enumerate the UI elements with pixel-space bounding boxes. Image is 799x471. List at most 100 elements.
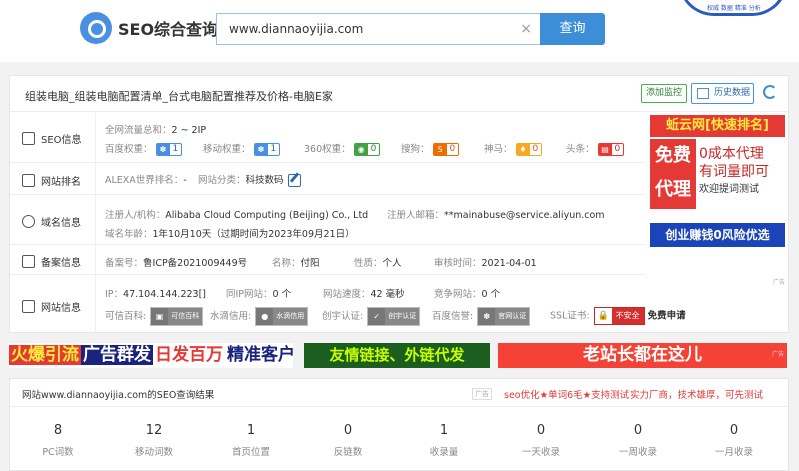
cert-shuidi[interactable]: 水滴信用: ● 水滴信用	[210, 307, 309, 326]
stat-pc-words[interactable]: 8 PC词数	[18, 423, 98, 458]
ip-value: 47.104.144.223[]	[123, 289, 206, 300]
category-label: 网站分类：	[198, 175, 246, 186]
mobile-weight[interactable]: 移动权重： ✽ 1	[203, 141, 281, 156]
sameip-value: 0 个	[272, 289, 292, 300]
sameip-label: 同IP网站：	[226, 289, 273, 300]
icp-number-label: 备案号：	[105, 258, 144, 269]
ssl-cert[interactable]: SSL证书: 🔒 不安全 免费申请	[550, 307, 686, 325]
stat-day-indexed[interactable]: 0 一天收录	[501, 423, 581, 458]
banner-3-tag: 广告	[771, 351, 784, 358]
stat-value: 1	[246, 423, 256, 438]
mobile-weight-label: 移动权重：	[203, 144, 251, 155]
weight-360-label: 360权重：	[304, 144, 351, 155]
banner-ad-3[interactable]: 老站长都在这儿 广告	[498, 343, 787, 368]
competitor-sites[interactable]: 竞争网站：0 个	[434, 286, 500, 300]
search-input[interactable]: www.diannaoyijia.com ×	[216, 13, 540, 45]
ad-line-1: 0成本代理	[699, 146, 764, 162]
globe-icon	[22, 215, 35, 228]
ad-tag: 广告	[772, 279, 785, 286]
history-icon	[697, 88, 709, 99]
ad-line-2: 有词量即可	[699, 164, 769, 180]
alexa-value: -	[183, 175, 187, 186]
cert-kexin[interactable]: 可信百科: ▣ 可信百科	[105, 307, 204, 326]
icp-date-value: 2021-04-01	[481, 258, 537, 269]
stat-value: 0	[343, 423, 353, 438]
registrant: 注册人/机构：Alibaba Cloud Computing (Beijing)…	[105, 207, 368, 221]
icp-name-label: 名称：	[272, 258, 301, 269]
water-drop-icon: ●	[256, 308, 274, 325]
ad-free-agent: 免费代理	[650, 139, 696, 209]
shield-icon: ✓	[368, 308, 386, 325]
seo-label: SEO信息	[22, 131, 82, 146]
side-ad[interactable]: 蚯云网[快速排名] 免费代理 0成本代理 有词量即可 欢迎提词测试 创业赚钱0风…	[647, 113, 787, 286]
cert-chuangyu-label: 创宇认证:	[322, 311, 364, 322]
rank-label: 网站排名	[22, 173, 81, 188]
cert-chuangyu[interactable]: 创宇认证: ✓ 创宇认证	[322, 307, 421, 326]
shenma-weight[interactable]: 神马： ♦ 0	[484, 141, 543, 156]
ssl-apply-link[interactable]: 免费申请	[648, 311, 686, 322]
result-title: 网站www.diannaoyijia.com的SEO查询结果	[22, 390, 215, 401]
clear-icon[interactable]: ×	[520, 14, 532, 44]
same-ip-sites[interactable]: 同IP网站：0 个	[226, 286, 291, 300]
seo-row: SEO信息 全网流量总和：2 ~ 2IP 百度权重： ✽ 1 移动权重： ✽ 1 360…	[10, 113, 645, 163]
ad-copy: 0成本代理 有词量即可 欢迎提词测试	[699, 145, 785, 199]
icp-number[interactable]: 备案号：鲁ICP备2021009449号	[105, 255, 247, 269]
domain-age: 域名年龄：1年10月10天（过期时间为2023年09月21日）	[105, 226, 355, 240]
sogou-weight-value: 0	[449, 144, 456, 154]
rank-row: 网站排名 ALEXA世界排名：- 网站分类：科技数码	[10, 163, 645, 195]
ip-item[interactable]: IP：47.104.144.223[]	[105, 286, 206, 300]
add-monitor-button[interactable]: 添加监控	[641, 84, 688, 103]
weight-360[interactable]: 360权重： ◉ 0	[304, 141, 381, 156]
search-button[interactable]: 查询	[540, 13, 605, 45]
banner-ad-1[interactable]: 火爆引流 广告群发 日发百万 精准客户	[9, 343, 295, 368]
domain-row: 域名信息 注册人/机构：Alibaba Cloud Computing (Bei…	[10, 195, 645, 245]
stat-indexed[interactable]: 1 收录量	[404, 423, 484, 458]
stat-backlinks[interactable]: 0 反链数	[308, 423, 388, 458]
divider	[95, 245, 96, 274]
banner-ad-2[interactable]: 友情链接、外链代发	[304, 343, 490, 368]
seo-label-text: SEO信息	[41, 135, 82, 146]
icp-date: 审核时间：2021-04-01	[434, 255, 537, 269]
site-logo[interactable]: SEO综合查询	[80, 12, 218, 44]
age-value: 1年10月10天（过期时间为2023年09月21日）	[152, 229, 355, 240]
stat-label: 首页位置	[231, 447, 270, 458]
history-data-label: 历史数据	[714, 88, 751, 98]
speed-label: 网站速度：	[323, 289, 371, 300]
result-ad-link-2[interactable]: 实力厂商，技术雄厚，可先测试	[630, 387, 763, 401]
sogou-weight[interactable]: 搜狗： S 0	[401, 141, 460, 156]
edit-icon[interactable]	[287, 174, 301, 187]
banner-3-text: 老站长都在这儿	[583, 345, 702, 365]
history-data-button[interactable]: 历史数据	[691, 83, 754, 104]
logo-text: SEO综合查询	[118, 20, 219, 39]
divider	[95, 163, 96, 194]
email-value: **mainabuse@service.aliyun.com	[444, 210, 605, 221]
domain-label: 域名信息	[22, 214, 81, 229]
cert-shuidi-label: 水滴信用:	[210, 311, 252, 322]
stat-value: 0	[729, 423, 739, 438]
registrant-value: Alibaba Cloud Computing (Beijing) Co., L…	[165, 210, 369, 221]
result-ad-link-1[interactable]: seo优化★单词6毛★支持测试	[504, 387, 629, 401]
banner-1-part-4: 精准客户	[227, 345, 295, 365]
traffic-item: 全网流量总和：2 ~ 2IP	[105, 122, 206, 136]
registrant-email: 注册人邮箱：**mainabuse@service.aliyun.com	[387, 207, 605, 221]
baidu-paw-icon: ✽ 1	[155, 143, 183, 156]
stat-week-indexed[interactable]: 0 一周收录	[598, 423, 678, 458]
stat-value: 1	[439, 423, 449, 438]
stat-month-indexed[interactable]: 0 一月收录	[694, 423, 774, 458]
seo-result-panel: 网站www.diannaoyijia.com的SEO查询结果 广告 seo优化★…	[9, 378, 790, 471]
site-category: 网站分类：科技数码	[198, 172, 301, 187]
cert-baidu[interactable]: 百度信誉: ✽ 官网认证	[432, 307, 531, 326]
banner-1-part-1: 火爆引流	[9, 345, 81, 365]
stat-mobile-words[interactable]: 12 移动词数	[114, 423, 194, 458]
lock-icon: 🔒	[594, 308, 612, 324]
stat-home-position[interactable]: 1 首页位置	[211, 423, 291, 458]
site-title-row: 组装电脑_组装电脑配置清单_台式电脑配置推荐及价格-电脑E家 添加监控 历史数据	[10, 76, 790, 112]
toutiao-weight[interactable]: 头条： ▤ 0	[566, 141, 625, 156]
ad-title: 蚯云网[快速排名]	[650, 115, 785, 137]
refresh-icon[interactable]	[763, 85, 777, 99]
baidu-badge: ✽ 官网认证	[477, 307, 531, 326]
kexin-badge: ▣ 可信百科	[150, 307, 204, 326]
baidu-weight[interactable]: 百度权重： ✽ 1	[105, 141, 183, 156]
result-ad-tag: 广告	[472, 388, 492, 400]
shenma-icon: ♦ 0	[515, 143, 543, 156]
